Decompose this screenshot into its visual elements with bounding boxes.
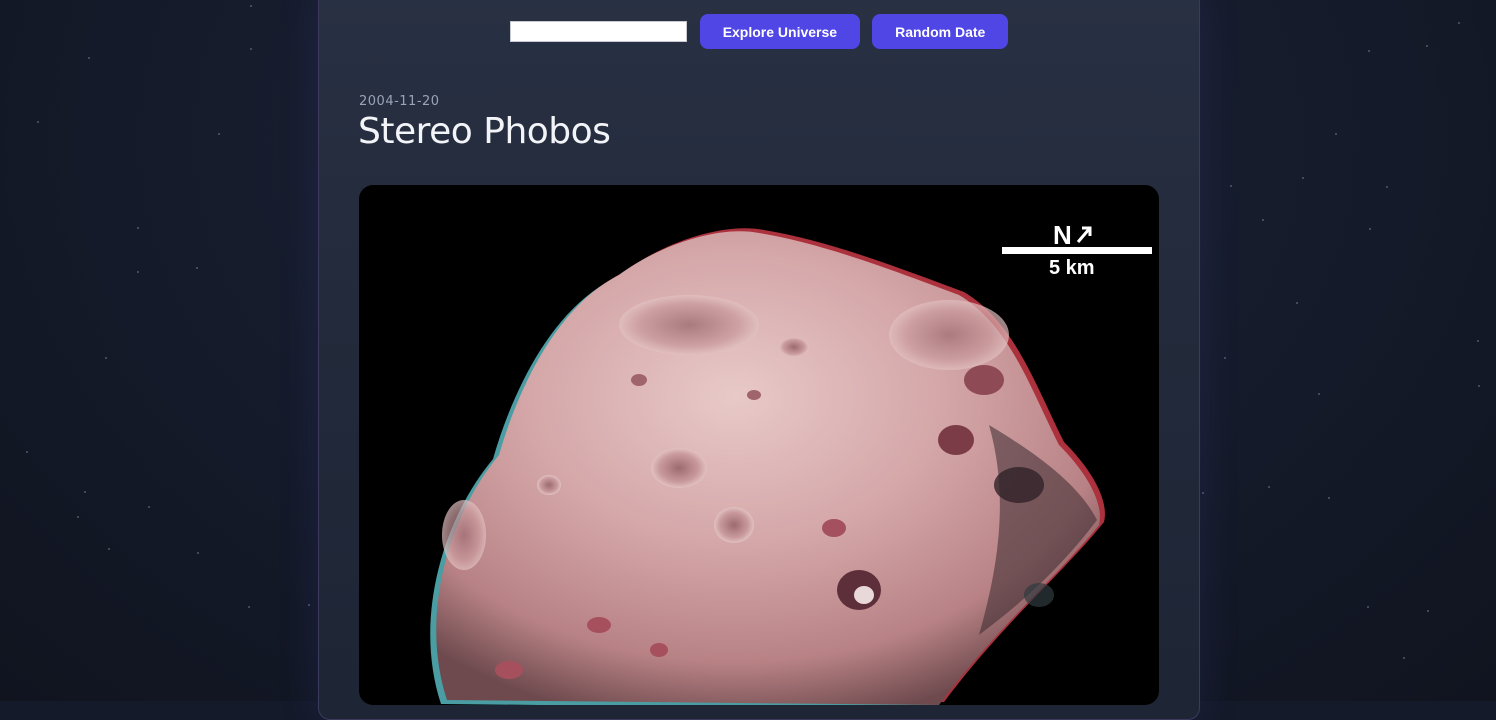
scale-label: 5 km (1049, 257, 1095, 279)
scale-bar (1002, 247, 1152, 254)
phobos-anaglyph-image (430, 228, 1105, 705)
apod-image[interactable]: N 5 km (359, 185, 1159, 705)
date-input[interactable] (509, 21, 687, 42)
apod-card: Explore Universe Random Date 2004-11-20 … (318, 0, 1200, 720)
north-arrow-icon (1076, 226, 1092, 243)
controls-bar: Explore Universe Random Date (319, 14, 1199, 49)
page-title: Stereo Phobos (358, 111, 611, 152)
explore-universe-button[interactable]: Explore Universe (699, 14, 861, 49)
random-date-button[interactable]: Random Date (872, 14, 1009, 49)
apod-date: 2004-11-20 (359, 94, 440, 109)
